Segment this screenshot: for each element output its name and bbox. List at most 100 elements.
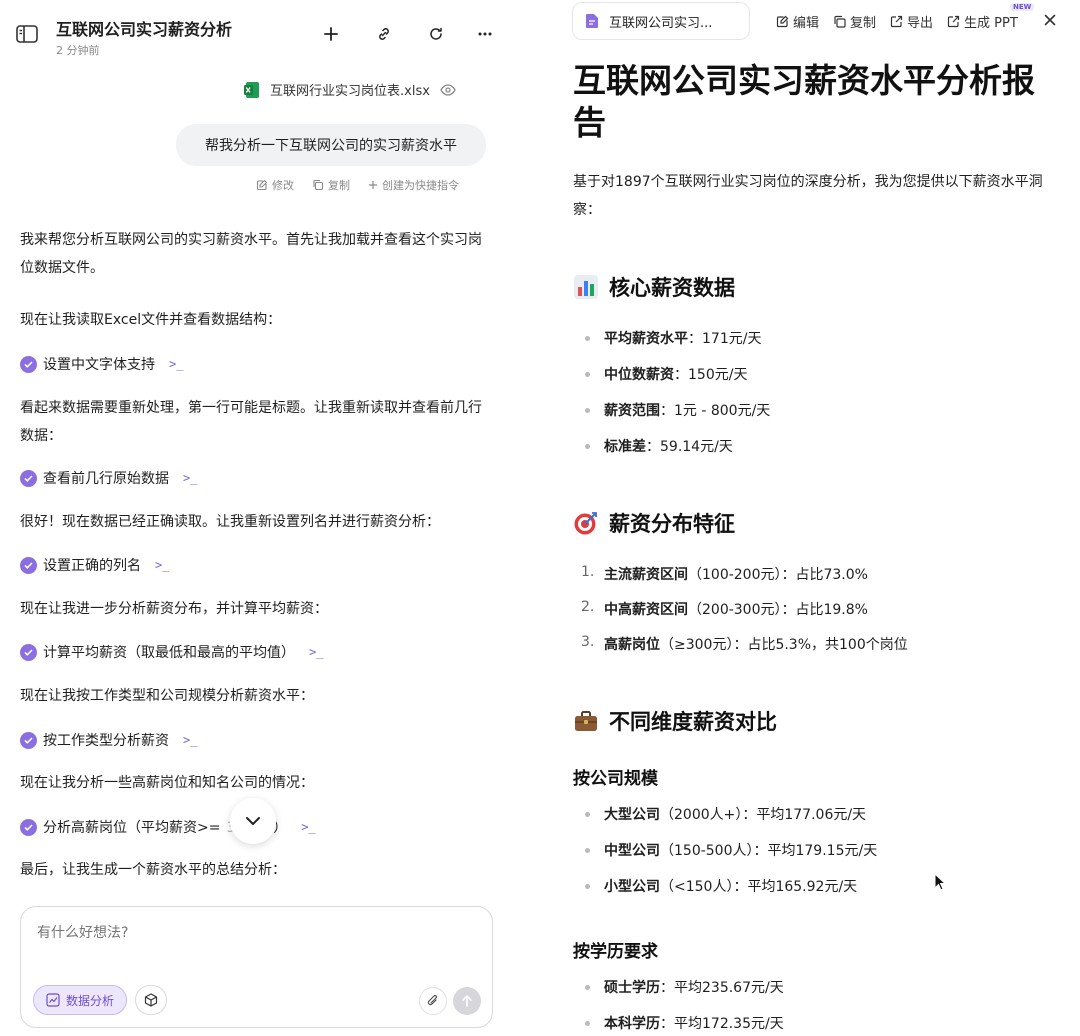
bullet	[585, 372, 590, 377]
chevron-down-icon	[246, 817, 260, 825]
more-button[interactable]	[473, 22, 497, 46]
check-icon	[20, 469, 37, 487]
more-icon	[478, 32, 492, 36]
bullet	[585, 848, 590, 853]
bar-chart-icon	[574, 275, 598, 299]
scroll-down-button[interactable]	[230, 798, 276, 844]
terminal-icon[interactable]: >_	[169, 357, 183, 371]
send-button[interactable]	[453, 987, 481, 1015]
cube-icon	[144, 993, 158, 1007]
link-icon	[379, 28, 389, 40]
terminal-icon[interactable]: >_	[183, 733, 197, 747]
excel-icon	[244, 81, 259, 98]
bullet	[585, 408, 590, 413]
list-item: 本科学历：平均172.35元/天	[604, 1016, 784, 1032]
tool-step[interactable]: 查看前几行原始数据 >_	[20, 468, 197, 488]
terminal-icon[interactable]: >_	[155, 558, 169, 572]
document-toolbar: 编辑 复制 导出 生成 PPT	[776, 12, 1018, 31]
tool-step[interactable]: 设置中文字体支持 >_	[20, 354, 183, 374]
assistant-text: 现在让我进一步分析薪资分布，并计算平均薪资：	[20, 601, 328, 617]
message-input[interactable]	[37, 925, 457, 941]
target-icon	[574, 512, 597, 535]
copy-doc-button[interactable]: 复制	[833, 12, 876, 31]
export-icon	[890, 15, 903, 28]
list-item: 主流薪资区间（100-200元）：占比73.0%	[604, 567, 868, 583]
briefcase-icon	[575, 711, 597, 731]
check-icon	[20, 355, 37, 373]
link-button[interactable]	[372, 22, 396, 46]
share-icon	[947, 15, 960, 28]
list-item: 大型公司（2000人+）：平均177.06元/天	[604, 807, 867, 823]
list-item: 中高薪资区间（200-300元）：占比19.8%	[604, 602, 868, 618]
file-name: 互联网行业实习岗位表.xlsx	[270, 84, 430, 99]
bullet	[585, 336, 590, 341]
data-analysis-chip[interactable]: 数据分析	[33, 985, 128, 1015]
check-icon	[20, 643, 37, 661]
list-item: 硕士学历：平均235.67元/天	[604, 980, 784, 996]
assistant-text: 现在让我分析一些高薪岗位和知名公司的情况：	[20, 775, 314, 791]
list-item: 高薪岗位（≥300元）：占比5.3%，共100个岗位	[604, 637, 908, 653]
close-icon[interactable]	[1042, 12, 1058, 28]
list-item: 中位数薪资：150元/天	[604, 367, 748, 383]
assistant-text: 看起来数据需要重新处理，第一行可能是标题。让我重新读取并查看前几行数据：	[20, 400, 482, 444]
copy-message-button[interactable]: 复制	[312, 177, 350, 193]
user-message: 帮我分析一下互联网公司的实习薪资水平	[176, 124, 486, 166]
report-intro: 基于对1897个互联网行业实习岗位的深度分析，我为您提供以下薪资水平洞察：	[573, 174, 1043, 218]
subsection-heading: 按公司规模	[573, 769, 658, 789]
attached-file[interactable]: 互联网行业实习岗位表.xlsx	[244, 80, 456, 99]
chat-timestamp: 2 分钟前	[56, 44, 100, 57]
bullet	[585, 812, 590, 817]
bullet	[585, 1021, 590, 1026]
eye-icon[interactable]	[440, 83, 456, 96]
section-heading: 核心薪资数据	[573, 272, 735, 302]
cube-button[interactable]	[135, 985, 167, 1015]
list-item: 中型公司（150-500人）：平均179.15元/天	[604, 843, 878, 859]
subsection-heading: 按学历要求	[573, 942, 658, 962]
assistant-text: 现在让我按工作类型和公司规模分析薪资水平：	[20, 688, 314, 704]
check-icon	[20, 731, 37, 749]
terminal-icon[interactable]: >_	[183, 471, 197, 485]
assistant-text: 最后，让我生成一个薪资水平的总结分析：	[20, 862, 286, 878]
copy-icon	[834, 15, 846, 28]
mouse-cursor-icon	[934, 873, 946, 891]
new-chat-button[interactable]	[319, 22, 343, 46]
edit-icon	[776, 15, 789, 28]
create-shortcut-button[interactable]: 创建为快捷指令	[368, 177, 459, 193]
edit-message-button[interactable]: 修改	[256, 177, 294, 193]
plus-icon	[324, 27, 338, 41]
chart-icon	[46, 993, 60, 1007]
plus-icon	[369, 181, 377, 189]
report-title: 互联网公司实习薪资水平分析报告	[573, 61, 1035, 142]
edit-icon	[256, 179, 268, 191]
generate-ppt-button[interactable]: 生成 PPT	[947, 12, 1018, 31]
export-doc-button[interactable]: 导出	[890, 12, 933, 31]
tool-step[interactable]: 计算平均薪资（取最低和最高的平均值） >_	[20, 642, 323, 662]
refresh-icon	[430, 27, 442, 40]
check-icon	[20, 556, 37, 574]
terminal-icon[interactable]: >_	[301, 820, 315, 834]
list-item: 平均薪资水平：171元/天	[604, 331, 762, 347]
assistant-text: 现在让我读取Excel文件并查看数据结构：	[20, 312, 282, 328]
tool-step[interactable]: 设置正确的列名 >_	[20, 555, 169, 575]
message-actions: 修改 复制 创建为快捷指令	[256, 177, 459, 193]
list-number: 2.	[581, 599, 595, 615]
attach-button[interactable]	[419, 987, 447, 1015]
chat-title: 互联网公司实习薪资分析	[56, 20, 233, 39]
tool-step[interactable]: 按工作类型分析薪资 >_	[20, 730, 197, 750]
document-icon	[586, 14, 598, 28]
edit-doc-button[interactable]: 编辑	[776, 12, 819, 31]
section-heading: 薪资分布特征	[573, 508, 735, 538]
assistant-text: 很好！现在数据已经正确读取。让我重新设置列名并进行薪资分析：	[20, 514, 440, 530]
terminal-icon[interactable]: >_	[309, 645, 323, 659]
composer: 数据分析	[20, 906, 493, 1028]
list-number: 1.	[581, 564, 595, 580]
bullet	[585, 884, 590, 889]
check-icon	[20, 818, 37, 836]
chat-panel: 互联网公司实习薪资分析 2 分钟前 互联网行业实习岗位表.xlsx 帮我分析一下…	[0, 0, 512, 1036]
sidebar-toggle-icon[interactable]	[16, 24, 38, 44]
new-badge: NEW	[1010, 3, 1035, 11]
list-item: 标准差：59.14元/天	[604, 439, 733, 455]
document-tab[interactable]: 互联网公司实习...	[572, 2, 750, 40]
paperclip-icon	[427, 995, 437, 1006]
refresh-button[interactable]	[424, 22, 448, 46]
